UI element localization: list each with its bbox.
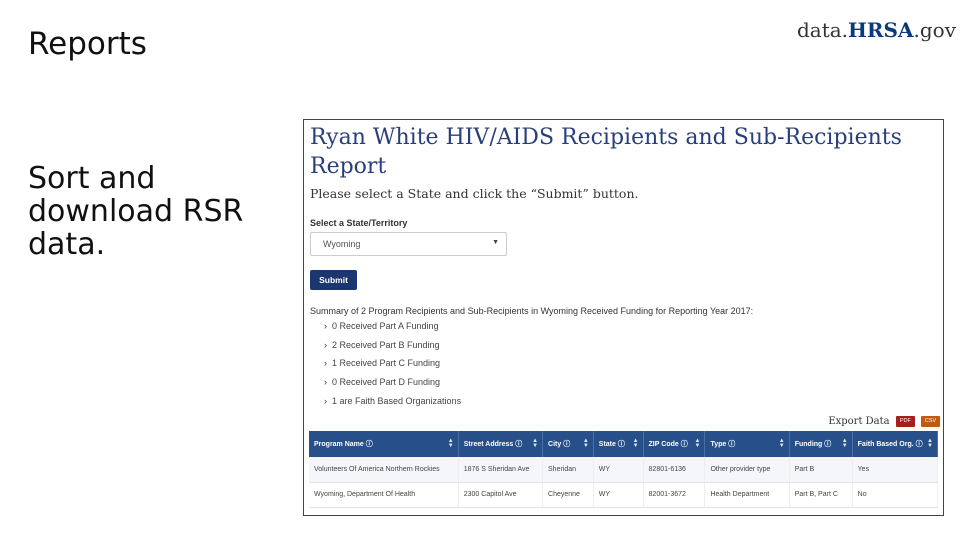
brand-suffix: .gov [913, 18, 957, 42]
submit-button[interactable]: Submit [310, 270, 357, 290]
report-subtitle: Please select a State and click the “Sub… [310, 186, 639, 201]
column-header-label: Street Address [463, 441, 514, 448]
funding-item[interactable]: › 1 are Faith Based Organizations [324, 396, 461, 406]
sort-icon: ▲ ▼ [582, 438, 589, 449]
sort-icon: ▲ ▼ [532, 438, 539, 449]
column-header-state[interactable]: State ⓘ ▲ ▼ [593, 431, 644, 457]
table-cell: 2300 Capitol Ave [458, 482, 544, 508]
export-label: Export Data [828, 416, 890, 427]
chevron-right-icon: › [324, 321, 327, 331]
column-header-label: State [598, 441, 616, 448]
funding-item[interactable]: › 0 Received Part A Funding [324, 321, 439, 331]
export-data: Export Data PDF CSV [828, 416, 940, 427]
column-header-label: Faith Based Org. [857, 441, 914, 448]
column-header-label: Program Name [314, 441, 364, 448]
table-cell: 82001-3672 [643, 482, 706, 508]
funding-item-label: 0 Received Part A Funding [332, 321, 439, 331]
column-header-funding[interactable]: Funding ⓘ ▲ ▼ [789, 431, 853, 457]
table-cell: WY [593, 482, 644, 508]
sort-icon: ▲ ▼ [841, 438, 848, 449]
brand-logo: data.HRSA.gov [797, 18, 956, 42]
info-icon: ⓘ [515, 441, 523, 448]
column-header-label: Funding [794, 441, 823, 448]
chevron-right-icon: › [324, 377, 327, 387]
column-header-label: ZIP Code [648, 441, 679, 448]
table-cell: Other provider type [704, 457, 790, 483]
funding-item-label: 1 Received Part C Funding [332, 358, 441, 368]
state-select[interactable]: Wyoming ▼ [310, 232, 507, 256]
funding-item-label: 0 Received Part D Funding [332, 377, 441, 387]
info-icon: ⓘ [563, 441, 571, 448]
table-cell: Part B, Part C [789, 482, 853, 508]
sort-icon: ▲ ▼ [694, 438, 701, 449]
chevron-right-icon: › [324, 340, 327, 350]
brand-highlight: HRSA [848, 18, 914, 42]
report-screenshot: Ryan White HIV/AIDS Recipients and Sub-R… [303, 119, 944, 516]
sort-icon: ▲ ▼ [927, 438, 933, 449]
slide-body-text: Sort and download RSR data. [28, 161, 244, 262]
table-row: Volunteers Of America Northern Rockies 1… [309, 457, 939, 483]
funding-item[interactable]: › 1 Received Part C Funding [324, 358, 440, 368]
table-cell: Part B [789, 457, 853, 483]
funding-item[interactable]: › 0 Received Part D Funding [324, 377, 440, 387]
column-header-type[interactable]: Type ⓘ ▲ ▼ [704, 431, 790, 457]
pdf-export-button[interactable]: PDF [895, 416, 915, 427]
chevron-right-icon: › [324, 396, 327, 406]
column-header-city[interactable]: City ⓘ ▲ ▼ [542, 431, 594, 457]
table-cell: Cheyenne [542, 482, 594, 508]
info-icon: ⓘ [915, 441, 923, 448]
info-icon: ⓘ [824, 441, 832, 448]
caret-down-icon: ▼ [492, 239, 499, 246]
info-icon: ⓘ [680, 441, 688, 448]
funding-item-label: 2 Received Part B Funding [332, 340, 440, 350]
recipients-table: Program Name ⓘ ▲ ▼ Street Address ⓘ ▲ ▼ City… [309, 431, 939, 508]
column-header-street-address[interactable]: Street Address ⓘ ▲ ▼ [458, 431, 544, 457]
table-cell: Sheridan [542, 457, 594, 483]
info-icon: ⓘ [617, 441, 625, 448]
info-icon: ⓘ [365, 441, 373, 448]
sort-icon: ▲ ▼ [632, 438, 639, 449]
table-cell: Wyoming, Department Of Health [309, 482, 459, 508]
column-header-zip-code[interactable]: ZIP Code ⓘ ▲ ▼ [643, 431, 706, 457]
chevron-right-icon: › [324, 358, 327, 368]
table-header-row: Program Name ⓘ ▲ ▼ Street Address ⓘ ▲ ▼ City… [309, 431, 939, 457]
table-cell: Yes [852, 457, 939, 483]
funding-item[interactable]: › 2 Received Part B Funding [324, 340, 440, 350]
table-cell: WY [593, 457, 644, 483]
summary-text: Summary of 2 Program Recipients and Sub-… [310, 306, 754, 316]
info-icon: ⓘ [728, 441, 736, 448]
state-select-value: Wyoming [323, 239, 361, 249]
funding-item-label: 1 are Faith Based Organizations [332, 396, 462, 406]
column-header-label: City [548, 441, 562, 448]
table-cell: 82801-6136 [643, 457, 706, 483]
sort-icon: ▲ ▼ [447, 438, 454, 449]
table-cell: Volunteers Of America Northern Rockies [309, 457, 459, 483]
table-cell: Health Department [704, 482, 790, 508]
report-title: Ryan White HIV/AIDS Recipients and Sub-R… [310, 125, 902, 179]
column-header-faith-based[interactable]: Faith Based Org. ⓘ ▲ ▼ [852, 431, 939, 457]
table-cell: 1876 S Sheridan Ave [458, 457, 544, 483]
table-row: Wyoming, Department Of Health 2300 Capit… [309, 482, 939, 508]
state-select-label: Select a State/Territory [310, 218, 408, 228]
column-header-program-name[interactable]: Program Name ⓘ ▲ ▼ [309, 431, 459, 457]
csv-export-button[interactable]: CSV [921, 416, 940, 427]
slide-title: Reports [28, 26, 147, 62]
brand-prefix: data. [796, 18, 849, 42]
sort-icon: ▲ ▼ [778, 438, 785, 449]
column-header-label: Type [710, 441, 727, 448]
table-cell: No [852, 482, 939, 508]
